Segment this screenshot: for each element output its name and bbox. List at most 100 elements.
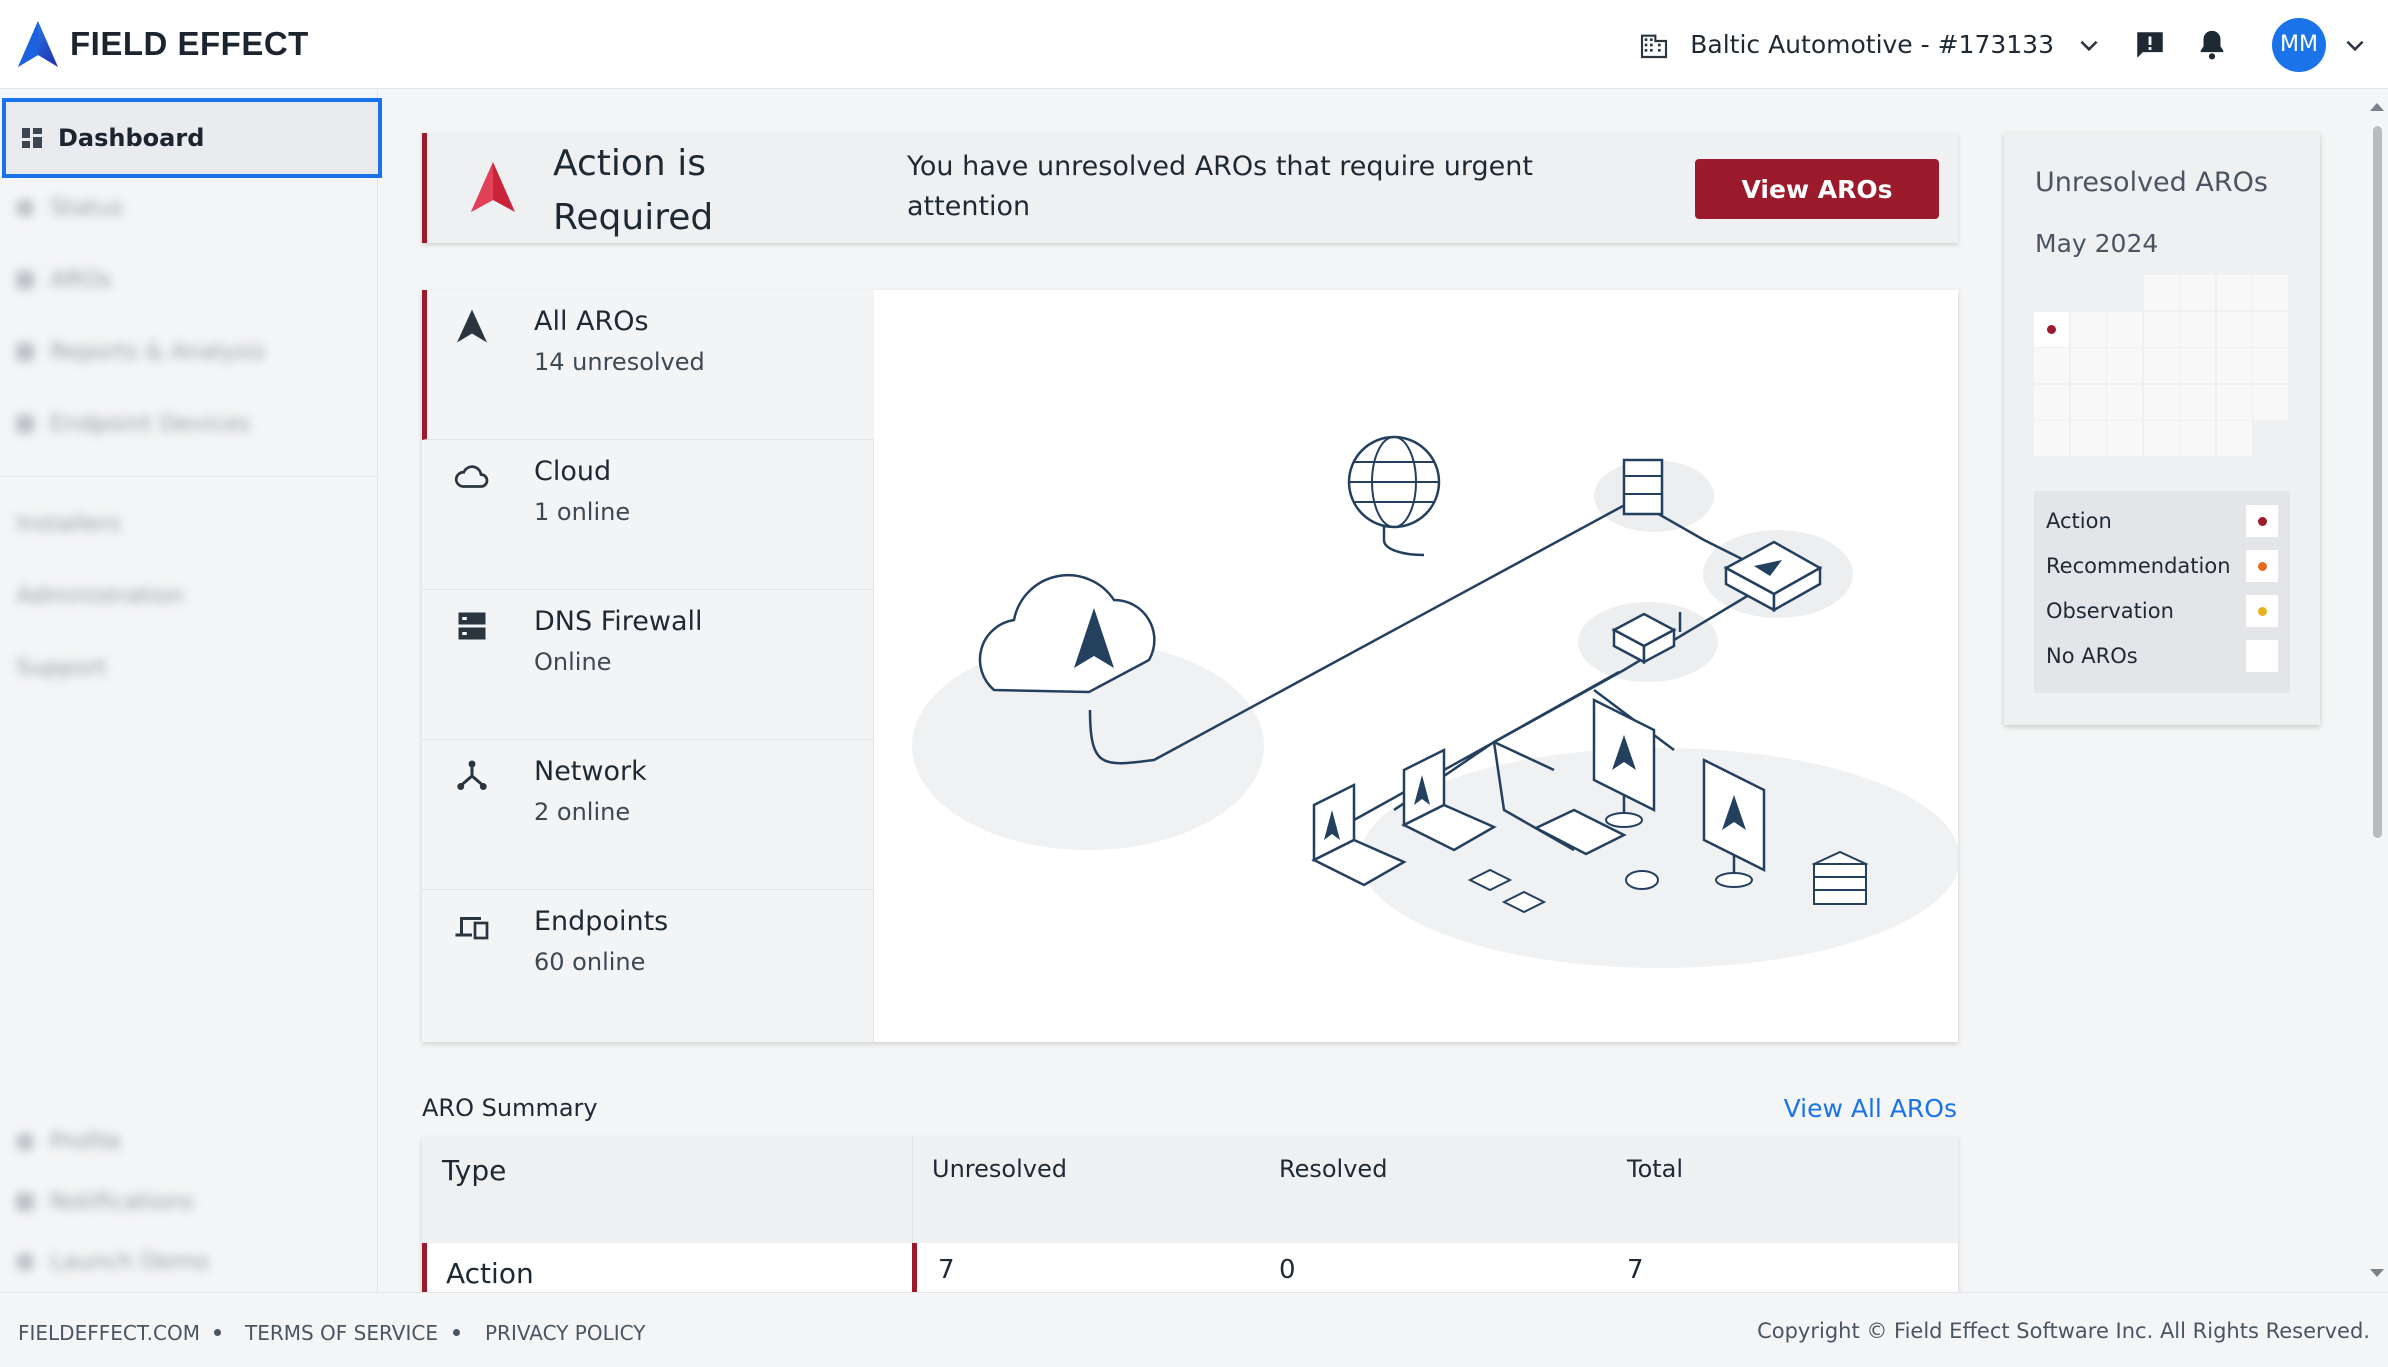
legend-swatch: [2246, 550, 2278, 582]
calendar-day[interactable]: [2070, 311, 2106, 347]
sidebar-item-dashboard[interactable]: Dashboard: [2, 98, 382, 178]
view-aros-button[interactable]: View AROs: [1695, 159, 1939, 219]
calendar-day[interactable]: [2034, 348, 2069, 383]
sidebar-item-endpoint-devices[interactable]: Endpoint Devices: [16, 404, 250, 444]
aro-summary-table: Type Unresolved Resolved Total Action 7 …: [422, 1137, 1958, 1292]
calendar-day[interactable]: [2143, 311, 2179, 347]
calendar-day[interactable]: [2216, 421, 2252, 456]
scroll-down-icon[interactable]: [2366, 1266, 2388, 1280]
category-status: Online: [534, 648, 612, 676]
organization-selector[interactable]: Baltic Automotive - #173133: [1690, 30, 2054, 59]
footer-link-fieldeffect[interactable]: FIELDEFFECT.COM: [18, 1321, 200, 1345]
category-all-aros[interactable]: All AROs 14 unresolved: [422, 290, 874, 440]
calendar-day[interactable]: [2107, 384, 2142, 420]
calendar-day[interactable]: [2253, 348, 2288, 383]
sidebar-item-label: Profile: [50, 1129, 122, 1155]
sidebar-item-label: Notifications: [50, 1189, 194, 1215]
column-header-unresolved[interactable]: Unresolved: [932, 1155, 1067, 1183]
calendar-day[interactable]: [2143, 421, 2179, 456]
server-illustration: [1811, 850, 1869, 905]
brand-logo[interactable]: FIELD EFFECT: [16, 19, 309, 69]
sidebar-item-launch-demo[interactable]: Launch Demo: [16, 1242, 209, 1282]
sidebar-item-support[interactable]: Support: [16, 648, 107, 688]
calendar-day[interactable]: [2070, 348, 2106, 383]
footer-link-terms[interactable]: TERMS OF SERVICE: [245, 1321, 438, 1345]
brand-name: FIELD EFFECT: [70, 25, 309, 62]
category-status: 2 online: [534, 798, 631, 826]
calendar-day[interactable]: [2253, 311, 2288, 347]
sidebar-item-label: Launch Demo: [50, 1249, 209, 1275]
footer-link-privacy[interactable]: PRIVACY POLICY: [485, 1321, 645, 1345]
firewall-illustration: [1622, 458, 1664, 516]
calendar-day[interactable]: [2070, 421, 2106, 456]
footer-separator: [214, 1329, 221, 1336]
sidebar-item-installers[interactable]: Installers: [16, 504, 121, 544]
category-endpoints[interactable]: Endpoints 60 online: [422, 890, 874, 1040]
user-avatar[interactable]: MM: [2272, 17, 2326, 72]
bell-icon: [2200, 30, 2224, 59]
scroll-up-icon[interactable]: [2366, 100, 2388, 114]
cell-type: Action: [446, 1257, 534, 1290]
column-header-total[interactable]: Total: [1627, 1155, 1683, 1183]
sidebar-item-label: Status: [50, 195, 124, 221]
feedback-button[interactable]: [2130, 25, 2170, 65]
calendar-day[interactable]: [2034, 421, 2069, 456]
calendar-day[interactable]: [2034, 384, 2069, 420]
calendar-day[interactable]: [2180, 421, 2215, 456]
calendar-day[interactable]: [2180, 275, 2215, 310]
column-header-type[interactable]: Type: [442, 1154, 506, 1187]
launch-icon: [16, 1253, 34, 1271]
status-icon: [16, 199, 34, 217]
field-effect-logo-icon: [18, 21, 58, 67]
calendar-day[interactable]: [2253, 275, 2288, 310]
calendar-day[interactable]: [2107, 421, 2142, 456]
action-dot-icon: [2047, 324, 2056, 334]
calendar-day[interactable]: [2253, 384, 2288, 420]
sidebar-item-reports[interactable]: Reports & Analysis: [16, 332, 366, 372]
sidebar-item-notifications[interactable]: Notifications: [16, 1182, 194, 1222]
sidebar-item-aros[interactable]: AROs: [16, 260, 112, 300]
calendar-day[interactable]: [2180, 348, 2215, 383]
overview-panel: All AROs 14 unresolved Cloud 1 online DN…: [422, 290, 1958, 1042]
sidebar-item-status[interactable]: Status: [16, 188, 123, 228]
scrollbar-thumb[interactable]: [2373, 126, 2382, 838]
footer-separator: [453, 1329, 460, 1336]
column-divider: [912, 1137, 913, 1243]
calendar-day[interactable]: [2070, 384, 2106, 420]
calendar-day[interactable]: [2180, 384, 2215, 420]
category-network[interactable]: Network 2 online: [422, 740, 874, 890]
calendar-day[interactable]: [2180, 311, 2215, 347]
dns-firewall-icon: [458, 612, 486, 640]
sidebar-item-profile[interactable]: Profile: [16, 1122, 122, 1162]
category-cloud[interactable]: Cloud 1 online: [422, 440, 874, 590]
notifications-button[interactable]: [2192, 25, 2232, 65]
calendar-day[interactable]: [2216, 384, 2252, 420]
network-icon: [457, 760, 487, 790]
action-severity-bar: [422, 1243, 427, 1292]
sidebar-item-label: Administration: [16, 583, 185, 609]
legend-swatch: [2246, 505, 2278, 537]
legend-item-no-aros: No AROs: [2046, 636, 2278, 676]
table-row[interactable]: Action 7 0 7: [422, 1243, 1958, 1292]
table-header: Type Unresolved Resolved Total: [422, 1137, 1958, 1243]
calendar-day[interactable]: [2107, 311, 2142, 347]
calendar-day[interactable]: [2034, 311, 2069, 347]
calendar-day[interactable]: [2216, 311, 2252, 347]
aro-summary-title: ARO Summary: [422, 1094, 598, 1122]
page-scrollbar[interactable]: [2366, 98, 2388, 1292]
sidebar-item-label: Reports & Analysis: [50, 339, 266, 365]
cell-total: 7: [1627, 1255, 1644, 1285]
sidebar-item-administration[interactable]: Administration: [16, 576, 184, 616]
view-all-aros-link[interactable]: View All AROs: [1784, 1094, 1957, 1123]
column-header-resolved[interactable]: Resolved: [1279, 1155, 1387, 1183]
calendar-day[interactable]: [2107, 348, 2142, 383]
chevron-down-icon[interactable]: [2076, 32, 2102, 58]
calendar-day[interactable]: [2216, 348, 2252, 383]
calendar-day[interactable]: [2143, 384, 2179, 420]
category-dns-firewall[interactable]: DNS Firewall Online: [422, 590, 874, 740]
feedback-icon: [2137, 31, 2163, 58]
calendar-day[interactable]: [2143, 275, 2179, 310]
calendar-day[interactable]: [2216, 275, 2252, 310]
chevron-down-icon[interactable]: [2342, 32, 2368, 58]
calendar-day[interactable]: [2143, 348, 2179, 383]
